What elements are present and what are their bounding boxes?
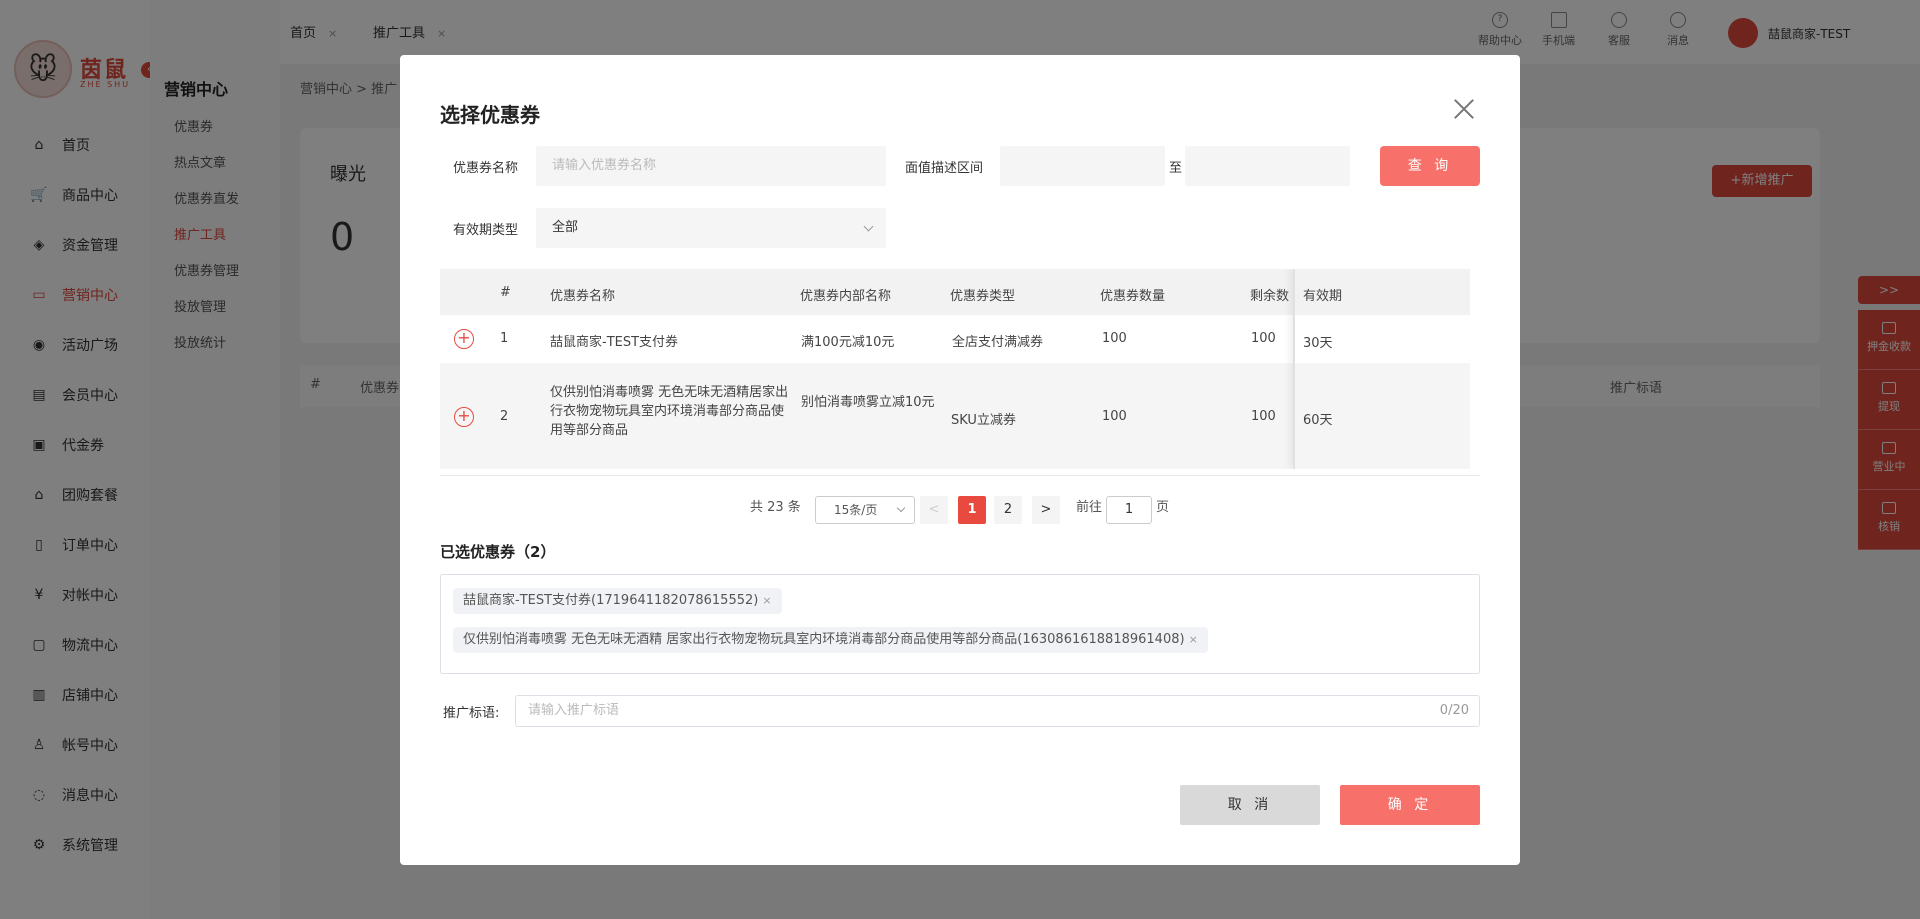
query-button[interactable]: 查 询 [1380, 146, 1480, 186]
col-remaining: 剩余数 [1250, 289, 1290, 304]
slogan-input[interactable]: 请输入推广标语 0/20 [515, 695, 1480, 727]
cell-type: 全店支付满减券 [952, 335, 1044, 350]
coupon-name-label: 优惠券名称 [453, 161, 519, 176]
coupon-name-input[interactable]: 请输入优惠券名称 [536, 146, 886, 186]
close-icon[interactable] [1452, 97, 1476, 121]
cancel-button[interactable]: 取 消 [1180, 785, 1320, 825]
cell-remaining: 100 [1251, 409, 1276, 424]
page-1-button[interactable]: 1 [958, 496, 986, 524]
cell-name: 喆鼠商家-TEST支付券 [550, 335, 679, 350]
col-count: 优惠券数量 [1100, 289, 1166, 304]
cell-validity: 30天 [1303, 336, 1333, 351]
slogan-label: 推广标语: [443, 706, 500, 721]
selected-coupons-box: 喆鼠商家-TEST支付券(1719641182078615552) × 仅供别怕消… [440, 574, 1480, 674]
cell-count: 100 [1102, 409, 1127, 424]
add-circle-icon[interactable]: + [454, 407, 474, 427]
next-page-button[interactable]: > [1032, 496, 1060, 524]
chevron-down-icon [863, 221, 874, 232]
selected-coupon-tag: 喆鼠商家-TEST支付券(1719641182078615552) × [453, 588, 782, 614]
pagination-total: 共 23 条 [750, 500, 801, 515]
page-size-select[interactable]: 15条/页 [815, 496, 915, 524]
tag-label: 喆鼠商家-TEST支付券(1719641182078615552) [463, 593, 759, 608]
range-label: 面值描述区间 [905, 161, 984, 176]
col-internal-name: 优惠券内部名称 [800, 289, 892, 304]
table-divider [440, 475, 1480, 476]
cell-index: 2 [500, 409, 509, 424]
cell-internal-name: 满100元减10元 [801, 335, 895, 350]
goto-label: 前往 [1076, 500, 1103, 515]
cell-validity: 60天 [1303, 413, 1333, 428]
cell-remaining: 100 [1251, 331, 1276, 346]
page-size-value: 15条/页 [834, 503, 878, 517]
cell-count: 100 [1102, 331, 1127, 346]
col-type: 优惠券类型 [950, 289, 1016, 304]
select-coupon-dialog: 选择优惠券 优惠券名称 请输入优惠券名称 面值描述区间 至 查 询 有效期类型 … [400, 55, 1520, 865]
col-index: # [500, 285, 511, 300]
goto-suffix: 页 [1156, 500, 1170, 515]
prev-page-button[interactable]: < [920, 496, 948, 524]
page-2-button[interactable]: 2 [994, 496, 1022, 524]
slogan-counter: 0/20 [1439, 703, 1469, 718]
range-separator: 至 [1169, 161, 1183, 176]
fixed-validity-column: 有效期 30天 60天 [1293, 269, 1470, 469]
coupon-table: # 优惠券名称 优惠券内部名称 优惠券类型 优惠券数量 剩余数 + 1 喆鼠商家… [440, 269, 1470, 469]
selected-coupon-tag: 仅供别怕消毒喷雾 无色无味无酒精 居家出行衣物宠物玩具室内环境消毒部分商品使用等… [453, 627, 1208, 653]
cell-type: SKU立减券 [951, 413, 1016, 428]
cell-name: 仅供别怕消毒喷雾 无色无味无酒精居家出行衣物宠物玩具室内环境消毒部分商品使用等部… [550, 385, 789, 438]
range-max-input[interactable] [1185, 146, 1350, 186]
dialog-title: 选择优惠券 [440, 103, 540, 127]
slogan-placeholder: 请输入推广标语 [528, 703, 620, 718]
tag-label: 仅供别怕消毒喷雾 无色无味无酒精 居家出行衣物宠物玩具室内环境消毒部分商品使用等… [463, 632, 1185, 647]
validity-type-label: 有效期类型 [453, 223, 519, 238]
remove-tag-icon[interactable]: × [1189, 633, 1198, 646]
cell-index: 1 [500, 331, 509, 346]
chevron-down-icon [896, 503, 906, 513]
add-circle-icon[interactable]: + [454, 329, 474, 349]
col-name: 优惠券名称 [550, 289, 616, 304]
cell-internal-name: 别怕消毒喷雾立减10元 [801, 395, 935, 410]
selected-coupons-title: 已选优惠券（2） [440, 543, 556, 561]
validity-type-select[interactable]: 全部 [536, 208, 886, 248]
range-min-input[interactable] [1000, 146, 1165, 186]
confirm-button[interactable]: 确 定 [1340, 785, 1480, 825]
col-validity: 有效期 [1303, 289, 1343, 304]
remove-tag-icon[interactable]: × [762, 594, 771, 607]
goto-page-input[interactable]: 1 [1106, 496, 1152, 524]
validity-type-value: 全部 [552, 220, 579, 235]
